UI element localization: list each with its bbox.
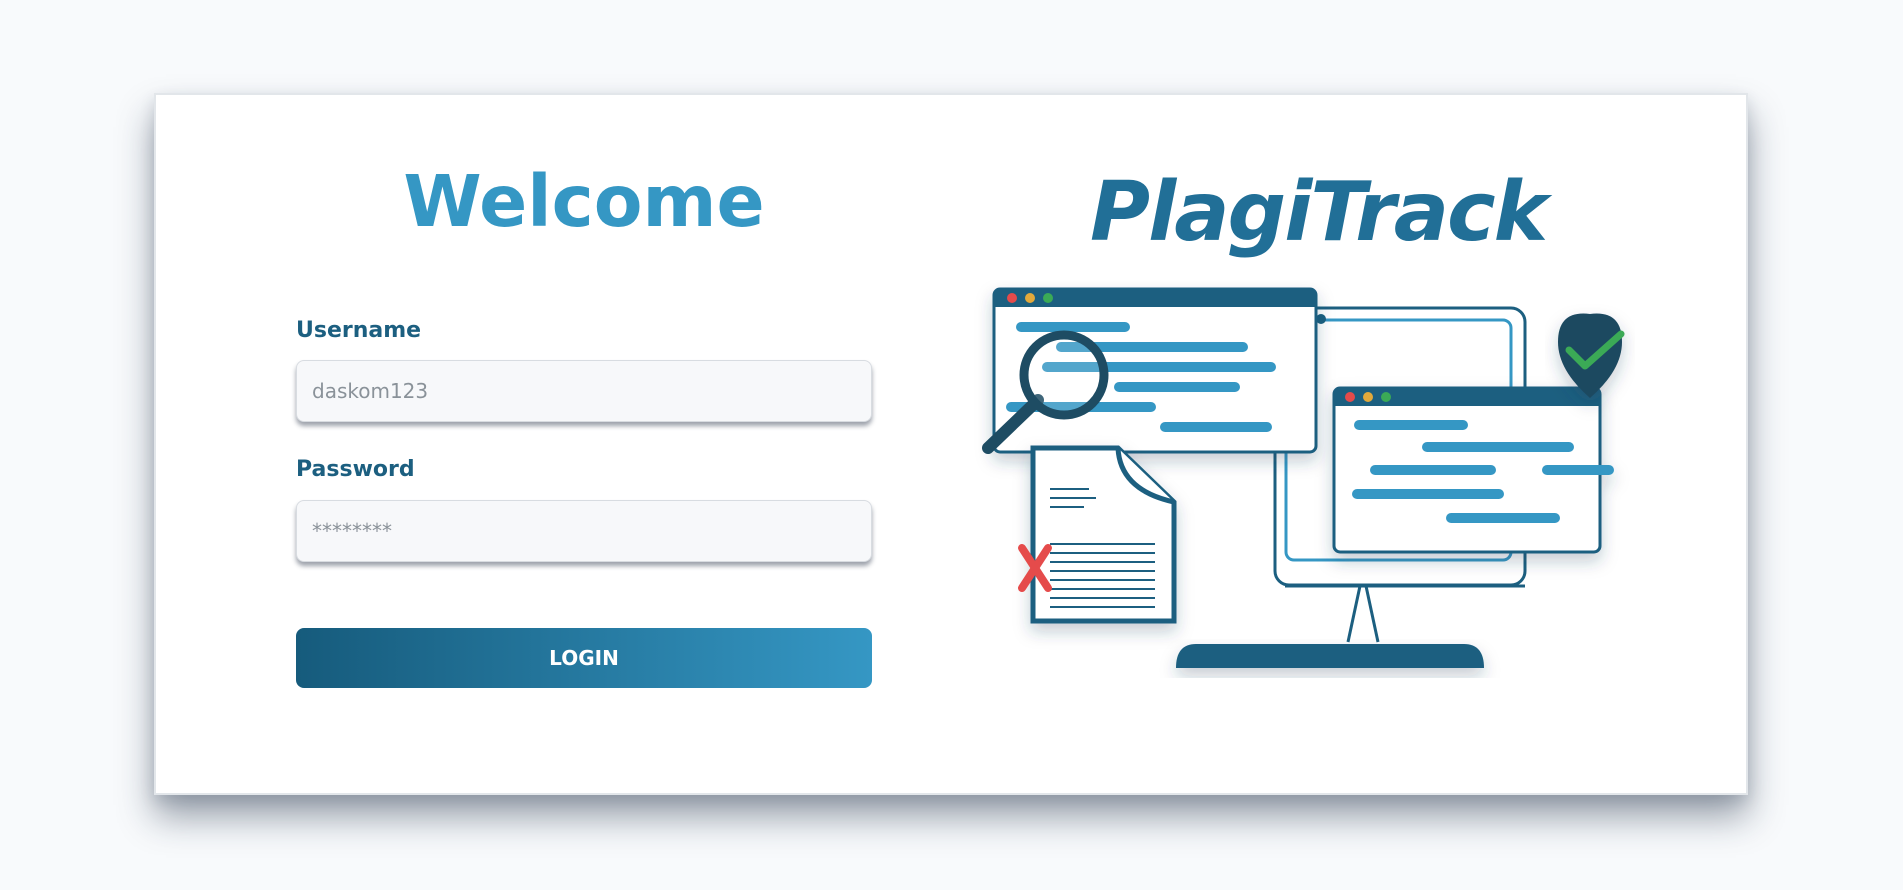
password-input[interactable] <box>296 500 872 562</box>
plagiarism-illustration <box>982 287 1625 668</box>
login-button[interactable]: LOGIN <box>296 628 872 688</box>
welcome-heading: Welcome <box>403 160 765 243</box>
browser-window-icon <box>1332 386 1614 554</box>
password-label: Password <box>296 457 415 482</box>
username-input[interactable] <box>296 360 872 422</box>
check-shield-icon <box>1558 313 1625 398</box>
username-label: Username <box>296 318 422 343</box>
brand-logo: PlagiTrack <box>1090 165 1548 260</box>
document-icon <box>1030 445 1177 624</box>
